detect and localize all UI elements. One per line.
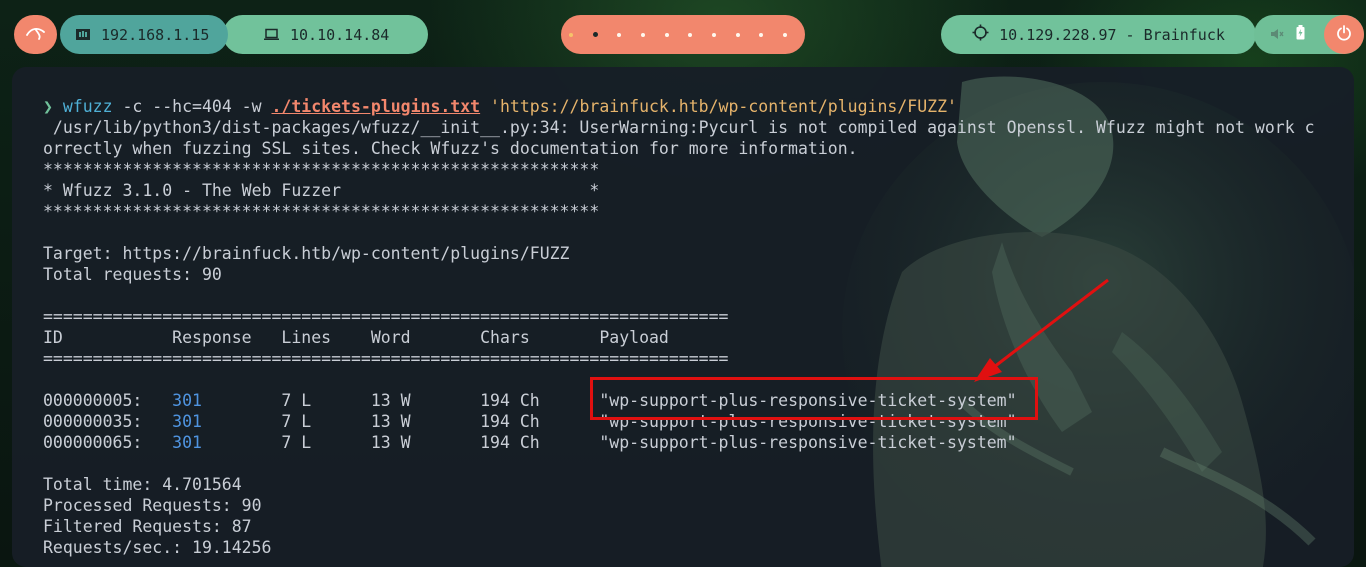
table-row: 000000065: 301 7 L 13 W 194 Ch "wp-suppo… <box>43 432 1315 453</box>
workspace-switcher[interactable] <box>561 15 805 54</box>
banner-border: ****************************************… <box>43 202 600 221</box>
header-response: Response <box>172 328 282 347</box>
header-lines: Lines <box>281 328 371 347</box>
cell-id: 000000035: <box>43 412 173 431</box>
workspace-dot-10[interactable] <box>782 32 787 37</box>
header-id: ID <box>43 328 173 347</box>
crosshair-icon <box>972 24 989 45</box>
cell-lines: 7 L <box>281 412 371 431</box>
workspace-dot-8[interactable] <box>735 32 740 37</box>
terminal-window[interactable]: ❯ wfuzz -c --hc=404 -w ./tickets-plugins… <box>12 67 1354 567</box>
cell-response: 301 <box>172 433 282 452</box>
cell-id: 000000065: <box>43 433 173 452</box>
summary-filtered: Filtered Requests: 87 <box>43 517 252 536</box>
power-icon <box>1336 24 1352 45</box>
command-line: ❯ wfuzz -c --hc=404 -w ./tickets-plugins… <box>43 96 1315 117</box>
cell-chars: 194 Ch <box>480 412 600 431</box>
prompt-chevron-icon: ❯ <box>43 97 53 116</box>
cell-word: 13 W <box>370 412 481 431</box>
cell-response: 301 <box>172 412 282 431</box>
workspace-dot-4[interactable] <box>640 32 645 37</box>
cell-id: 000000005: <box>43 391 173 410</box>
summary-processed: Processed Requests: 90 <box>43 496 262 515</box>
workspace-dot-9[interactable] <box>759 32 764 37</box>
header-payload: Payload <box>599 328 669 347</box>
local-ip-text: 192.168.1.15 <box>101 25 210 44</box>
cell-lines: 7 L <box>281 433 371 452</box>
cell-lines: 7 L <box>281 391 371 410</box>
battery-icon[interactable] <box>1296 25 1305 44</box>
command-binary: wfuzz <box>62 97 113 116</box>
total-requests-line: Total requests: 90 <box>43 265 222 284</box>
banner-title: * Wfuzz 3.1.0 - The Web Fuzzer * <box>43 181 600 200</box>
annotation-arrow <box>974 278 1109 382</box>
laptop-icon <box>263 28 280 41</box>
command-url: 'https://brainfuck.htb/wp-content/plugin… <box>480 97 957 116</box>
workspace-dot-6[interactable] <box>688 32 693 37</box>
target-line: Target: https://brainfuck.htb/wp-content… <box>43 244 570 263</box>
terminal-output: ❯ wfuzz -c --hc=404 -w ./tickets-plugins… <box>43 96 1315 558</box>
header-chars: Chars <box>480 328 600 347</box>
target-indicator: 10.129.228.97 - Brainfuck <box>941 15 1256 54</box>
kali-dragon-icon <box>25 26 46 44</box>
vpn-ip-indicator: 10.10.14.84 <box>223 15 428 54</box>
workspace-dot-3[interactable] <box>617 32 622 37</box>
local-ip-indicator: 192.168.1.15 <box>60 15 228 54</box>
command-args: -c --hc=404 -w <box>112 97 272 116</box>
vpn-ip-text: 10.10.14.84 <box>290 25 390 44</box>
cell-word: 13 W <box>370 433 481 452</box>
cell-chars: 194 Ch <box>480 391 600 410</box>
cell-response: 301 <box>172 391 282 410</box>
workspace-dot-7[interactable] <box>711 32 716 37</box>
volume-muted-icon[interactable] <box>1270 26 1284 44</box>
workspace-dot-1[interactable] <box>569 32 573 37</box>
target-text: 10.129.228.97 - Brainfuck <box>999 25 1225 44</box>
command-wordlist: ./tickets-plugins.txt <box>271 97 481 116</box>
app-menu-button[interactable] <box>14 15 57 54</box>
cell-chars: 194 Ch <box>480 433 600 452</box>
ethernet-icon <box>75 28 91 41</box>
warning-line: /usr/lib/python3/dist-packages/wfuzz/__i… <box>43 118 1315 137</box>
cell-word: 13 W <box>370 391 481 410</box>
workspace-dot-2[interactable] <box>592 32 598 37</box>
table-separator: ========================================… <box>43 307 729 326</box>
cell-payload: "wp-support-plus-responsive-ticket-syste… <box>599 433 1017 452</box>
banner-border: ****************************************… <box>43 160 600 179</box>
header-word: Word <box>370 328 481 347</box>
summary-total-time: Total time: 4.701564 <box>43 475 242 494</box>
summary-rate: Requests/sec.: 19.14256 <box>43 538 272 557</box>
workspace-dot-5[interactable] <box>664 32 669 37</box>
table-separator: ========================================… <box>43 349 729 368</box>
table-header: ID Response Lines Word Chars Payload <box>43 327 1315 348</box>
warning-line: orrectly when fuzzing SSL sites. Check W… <box>43 139 858 158</box>
power-button[interactable] <box>1324 15 1364 54</box>
